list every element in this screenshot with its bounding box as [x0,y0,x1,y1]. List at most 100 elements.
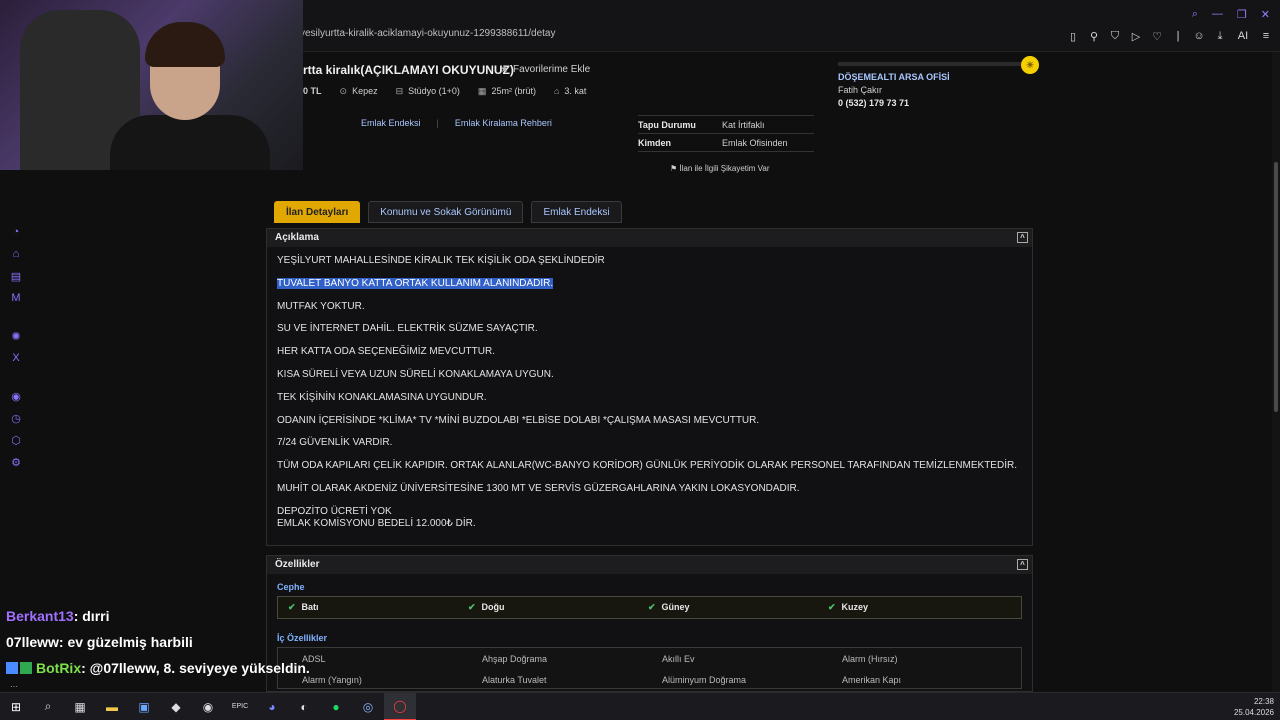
bed-icon: ⊟ [395,86,404,96]
system-clock[interactable]: 22:38 25.04.2026 [1234,696,1274,718]
feature-item: ✔ Kuzey [828,602,869,612]
pin-icon[interactable]: ⚲ [1088,30,1100,43]
reader-icon[interactable]: ▯ [1067,30,1079,43]
ai-button[interactable]: AI [1235,30,1251,43]
favorite-button[interactable]: ★ Favorilerime Ekle [500,64,590,75]
chat-message: Berkant13: dırri [6,608,110,624]
chat-message: 07lleww: ev güzelmiş harbili [6,634,193,650]
m-icon[interactable]: M [8,292,24,306]
description-line: TUVALET BANYO KATTA ORTAK KULLANIM ALANI… [277,277,1022,301]
address-bar[interactable]: yesilyurtta-kiralik-aciklamayi-okuyunuz-… [300,28,556,46]
description-line: KISA SÜRELİ VEYA UZUN SÜRELİ KONAKLAMAYA… [277,368,554,380]
stream-chat: Berkant13: dırri 07lleww: ev güzelmiş ha… [6,606,310,684]
description-line: MUHİT OLARAK AKDENİZ ÜNİVERSİTESİNE 1300… [277,482,800,494]
area-icon: ▦ [477,86,487,96]
detail-tabs: İlan Detayları Konumu ve Sokak Görünümü … [274,201,622,223]
feature-item: ADSL [302,654,326,664]
cephe-list: ✔ Batı ✔ Doğu ✔ Güney ✔ Kuzey [277,596,1022,619]
x-icon[interactable]: X [8,352,24,366]
heart-icon[interactable]: ♡ [1151,30,1163,43]
spotify-icon[interactable]: ● [320,693,352,720]
menu-icon[interactable]: ≡ [1260,30,1272,43]
favorite-label: Favorilerime Ekle [512,64,591,75]
feature-item: Alüminyum Doğrama [662,675,747,685]
profile-icon[interactable]: ☺ [1193,30,1205,43]
bag-icon[interactable]: ⌂ [8,248,24,262]
listing-meta: 0 TL ⊙ Kepez ⊟ Stüdyo (1+0) ▦ 25m² (brüt) ⌂… [303,86,586,97]
description-panel: Açıklama ^ YEŞİLYURT MAHALLESİNDE KİRALI… [266,228,1033,546]
browser-sidebar: ◔ ⌂ ▤ M ✺ X ◉ ◷ ⬡ ⚙ [8,226,24,470]
scroll-thumb[interactable] [1274,162,1278,412]
feature-item: Alarm (Hırsız) [842,654,898,664]
feature-item: ✔ Doğu [468,602,505,612]
chatgpt-icon[interactable]: ✺ [8,330,24,344]
emlak-endeksi-link[interactable]: Emlak Endeksi [361,118,421,128]
restore-icon[interactable]: ❐ [1237,8,1247,21]
description-line: 7/24 GÜVENLİK VARDIR. [277,437,393,449]
kiralama-rehberi-link[interactable]: Emlak Kiralama Rehberi [455,118,552,128]
description-line: ODANIN İÇERİSİNDE *KLİMA* TV *MİNİ BUZDO… [277,414,760,426]
clock-icon[interactable]: ◷ [8,412,24,426]
seller-card: DÖŞEMEALTI ARSA OFİSİ Fatih Çakır 0 (532… [838,62,1038,108]
divider-icon: | [1176,30,1180,42]
extension-badge-icon[interactable]: ☀ [1021,56,1039,74]
cephe-title: Cephe [277,582,305,592]
description-line: YEŞİLYURT MAHALLESİNDE KİRALIK TEK KİŞİL… [277,255,605,266]
minimize-icon[interactable]: — [1212,8,1223,21]
feature-item: Akıllı Ev [662,654,695,664]
tab-emlak-endeksi[interactable]: Emlak Endeksi [531,201,622,223]
speed-dial-icon[interactable]: ◔ [8,226,24,240]
cube-icon[interactable]: ⬡ [8,434,24,448]
epic-games-icon[interactable]: EPIC [224,693,256,720]
selected-text: TUVALET BANYO KATTA ORTAK KULLANIM ALANI… [277,277,554,289]
info-row [638,102,814,116]
page-scrollbar[interactable] [1272,52,1280,692]
collapse-icon[interactable]: ^ [1017,559,1028,570]
seller-office[interactable]: DÖŞEMEALTI ARSA OFİSİ [838,72,1038,82]
file-explorer-icon[interactable]: ▬ [96,693,128,720]
more-dots-icon: ⋯ [10,682,18,691]
shield-icon[interactable]: ⛉ [1109,30,1121,43]
feature-item: Amerikan Kapı [842,675,902,685]
feature-item: Ahşap Doğrama [482,654,548,664]
play-icon[interactable]: ▷ [1130,30,1142,43]
seller-phone: 0 (532) 179 73 71 [838,98,910,108]
info-row: Tapu Durumu Kat İrtifaklı [638,116,814,134]
windows-start-icon[interactable]: ⊞ [0,693,32,720]
unity-icon[interactable]: ◆ [160,693,192,720]
search-icon[interactable]: ⌕ [32,693,64,720]
player-icon[interactable]: ◉ [8,390,24,404]
stairs-icon: ⌂ [553,86,560,96]
extension-toolbar: ▯ ⚲ ⛉ ▷ ♡ | ☺ ⤓ AI ≡ [1067,30,1272,43]
check-icon: ✔ [468,602,476,612]
streamer-hair [145,22,225,67]
divider: | [436,118,439,128]
tab-konum[interactable]: Konumu ve Sokak Görünümü [368,201,524,223]
streamer-body [110,115,270,170]
taskbar: ⊞ ⌕ ▦ ▬ ▣ ◆ ◉ EPIC ◕ ◐ ● ◎ ◯ 22:38 25.04.… [0,692,1280,720]
obs-icon[interactable]: ◉ [192,693,224,720]
discord-icon[interactable]: ◕ [256,693,288,720]
location-pin-icon: ⊙ [339,86,348,96]
settings-icon[interactable]: ⚙ [8,456,24,470]
collapse-icon[interactable]: ^ [1017,232,1028,243]
feature-item: ✔ Güney [648,602,690,612]
complaint-link[interactable]: ⚑ İlan ile İlgili Şikayetim Var [670,164,770,173]
task-view-icon[interactable]: ▦ [64,693,96,720]
steam-icon[interactable]: ◎ [352,693,384,720]
area: ▦ 25m² (brüt) [477,86,536,96]
tab-ilan-detaylari[interactable]: İlan Detayları [274,201,361,223]
window-controls: ⌕ — ❐ ✕ [1192,8,1270,21]
description-body: YEŞİLYURT MAHALLESİNDE KİRALIK TEK KİŞİL… [267,247,1032,536]
monitor-app-icon[interactable]: ▣ [128,693,160,720]
cursor-app-icon[interactable]: ◐ [288,693,320,720]
stack-icon[interactable]: ▤ [8,270,24,284]
chat-message: BotRix: @07lleww, 8. seviyeye yükseldin. [6,658,310,684]
seller-bar [838,62,1024,66]
download-icon[interactable]: ⤓ [1214,30,1226,43]
opera-gx-icon[interactable]: ◯ [384,692,416,720]
close-icon[interactable]: ✕ [1261,8,1270,21]
search-icon[interactable]: ⌕ [1192,8,1198,21]
listing-links: Emlak Endeksi | Emlak Kiralama Rehberi [361,118,552,128]
flag-icon: ⚑ [670,164,678,173]
